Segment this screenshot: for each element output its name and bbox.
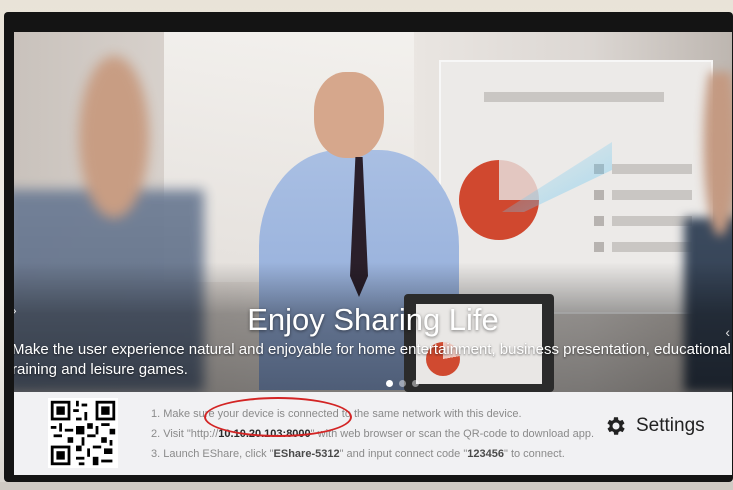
carousel-dot[interactable] bbox=[386, 380, 393, 387]
device-name: EShare-5312 bbox=[273, 448, 340, 460]
slide-bar bbox=[612, 242, 692, 252]
qr-code-graphic bbox=[48, 398, 118, 468]
settings-button[interactable]: Settings bbox=[604, 414, 705, 438]
step-3: 3. Launch EShare, click "EShare-5312" an… bbox=[151, 444, 611, 464]
slide-bullet bbox=[594, 242, 604, 252]
hero-tagline: Make the user experience natural and enj… bbox=[14, 340, 732, 380]
slide-bullet bbox=[594, 216, 604, 226]
carousel-prev-icon[interactable]: › bbox=[14, 302, 17, 318]
download-qr-code[interactable] bbox=[48, 398, 118, 468]
slide-bar bbox=[612, 190, 692, 200]
hero-tagline-line2: raining and leisure games. bbox=[14, 361, 188, 378]
gear-icon bbox=[607, 417, 625, 435]
connect-code: 123456 bbox=[467, 448, 504, 460]
slide-bar bbox=[612, 164, 692, 174]
connection-panel: 1. Make sure your device is connected to… bbox=[14, 392, 732, 475]
step-2-prefix: 2. Visit "http:// bbox=[151, 428, 219, 440]
hero-headline: Enjoy Sharing Life bbox=[247, 302, 499, 337]
carousel-dot[interactable] bbox=[412, 380, 419, 387]
slide-bullet bbox=[594, 190, 604, 200]
step-3-suffix: " to connect. bbox=[503, 448, 565, 460]
carousel-dot[interactable] bbox=[399, 380, 406, 387]
ip-highlight-circle bbox=[204, 397, 352, 437]
step-3-middle: " and input connect code " bbox=[339, 448, 468, 460]
tv-screen: Enjoy Sharing Life Make the user experie… bbox=[14, 32, 732, 475]
presenter-head bbox=[314, 72, 384, 158]
carousel-next-icon[interactable]: ‹ bbox=[725, 324, 730, 340]
tv-stand-strip bbox=[0, 482, 733, 490]
hero-tagline-line1: Make the user experience natural and enj… bbox=[14, 341, 731, 358]
step-3-prefix: 3. Launch EShare, click " bbox=[151, 448, 274, 460]
carousel-dots bbox=[386, 380, 419, 387]
settings-label: Settings bbox=[636, 415, 705, 436]
tv-bezel: Enjoy Sharing Life Make the user experie… bbox=[4, 12, 733, 482]
slide-bar bbox=[612, 216, 692, 226]
step-2-suffix: " with web browser or scan the QR-code t… bbox=[310, 428, 595, 440]
hero-banner: Enjoy Sharing Life Make the user experie… bbox=[14, 32, 732, 392]
slide-bar bbox=[484, 92, 664, 102]
